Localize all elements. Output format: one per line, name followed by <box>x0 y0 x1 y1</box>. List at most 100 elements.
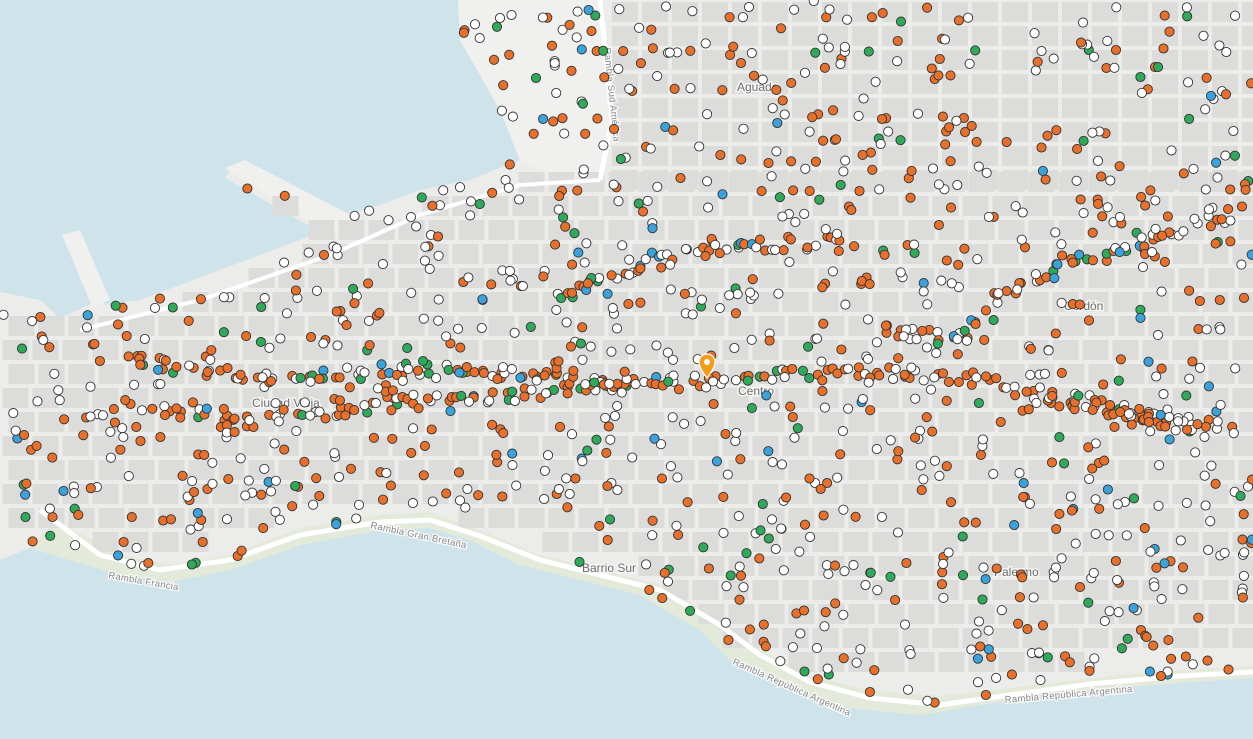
poi-marker[interactable] <box>614 4 625 15</box>
poi-marker[interactable] <box>675 172 686 184</box>
poi-marker[interactable] <box>1104 606 1115 617</box>
poi-marker[interactable] <box>465 196 477 207</box>
poi-marker[interactable] <box>256 301 267 313</box>
poi-marker[interactable] <box>922 299 933 310</box>
poi-marker[interactable] <box>432 231 444 242</box>
poi-marker[interactable] <box>453 467 465 478</box>
poi-marker[interactable] <box>1188 163 1199 174</box>
poi-marker[interactable] <box>803 341 814 352</box>
poi-marker[interactable] <box>1092 155 1104 166</box>
poi-marker[interactable] <box>408 423 419 434</box>
poi-marker[interactable] <box>465 210 476 221</box>
poi-marker[interactable] <box>980 305 992 316</box>
poi-marker[interactable] <box>957 531 968 542</box>
poi-marker[interactable] <box>1181 497 1192 508</box>
poi-marker[interactable] <box>711 456 722 467</box>
poi-marker[interactable] <box>943 376 954 387</box>
poi-marker[interactable] <box>554 421 566 432</box>
poi-marker[interactable] <box>1033 647 1045 658</box>
poi-marker[interactable] <box>941 255 952 266</box>
poi-marker[interactable] <box>811 333 823 344</box>
poi-marker[interactable] <box>1246 474 1253 485</box>
poi-marker[interactable] <box>333 471 345 483</box>
poi-marker[interactable] <box>431 372 442 384</box>
poi-marker[interactable] <box>977 434 988 445</box>
poi-marker[interactable] <box>669 83 680 94</box>
poi-marker[interactable] <box>159 401 170 412</box>
poi-marker[interactable] <box>1070 538 1081 549</box>
poi-marker[interactable] <box>763 157 774 169</box>
poi-marker[interactable] <box>160 355 171 366</box>
poi-marker[interactable] <box>422 393 434 404</box>
poi-marker[interactable] <box>1135 312 1146 323</box>
poi-marker[interactable] <box>1115 354 1126 365</box>
poi-marker[interactable] <box>1228 125 1239 137</box>
poi-marker[interactable] <box>936 579 948 590</box>
poi-marker[interactable] <box>879 249 890 260</box>
poi-marker[interactable] <box>1182 424 1193 435</box>
poi-marker[interactable] <box>952 179 963 191</box>
poi-marker[interactable] <box>82 310 93 321</box>
poi-marker[interactable] <box>787 642 798 653</box>
poi-marker[interactable] <box>799 208 810 219</box>
poi-marker[interactable] <box>921 342 933 353</box>
poi-marker[interactable] <box>1156 594 1167 605</box>
poi-marker[interactable] <box>1220 89 1232 100</box>
poi-marker[interactable] <box>695 416 706 427</box>
poi-marker[interactable] <box>1093 198 1104 209</box>
poi-marker[interactable] <box>514 194 525 205</box>
poi-marker[interactable] <box>265 486 277 497</box>
poi-marker[interactable] <box>724 290 735 301</box>
poi-marker[interactable] <box>874 370 885 381</box>
poi-marker[interactable] <box>403 364 414 375</box>
poi-marker[interactable] <box>1237 592 1248 603</box>
poi-marker[interactable] <box>1183 77 1194 88</box>
poi-marker[interactable] <box>732 289 743 300</box>
poi-marker[interactable] <box>916 485 927 496</box>
poi-marker[interactable] <box>635 263 646 274</box>
poi-marker[interactable] <box>290 285 301 296</box>
poi-marker[interactable] <box>735 57 747 69</box>
poi-marker[interactable] <box>1030 65 1041 76</box>
poi-marker[interactable] <box>1192 419 1203 430</box>
poi-marker[interactable] <box>722 469 733 480</box>
poi-marker[interactable] <box>205 354 216 365</box>
poi-marker[interactable] <box>865 567 876 578</box>
poi-marker[interactable] <box>509 327 520 338</box>
poi-marker[interactable] <box>800 163 811 174</box>
poi-marker[interactable] <box>1214 294 1225 306</box>
poi-marker[interactable] <box>767 103 778 114</box>
poi-marker[interactable] <box>235 369 246 380</box>
poi-marker[interactable] <box>320 413 331 424</box>
poi-marker[interactable] <box>1137 262 1149 273</box>
poi-marker[interactable] <box>0 309 9 320</box>
poi-marker[interactable] <box>370 398 381 409</box>
poi-marker[interactable] <box>1114 247 1125 258</box>
poi-marker[interactable] <box>8 408 19 419</box>
poi-marker[interactable] <box>1099 616 1110 627</box>
poi-marker[interactable] <box>1051 523 1062 535</box>
poi-marker[interactable] <box>577 354 588 365</box>
poi-marker[interactable] <box>201 403 212 414</box>
poi-marker[interactable] <box>1066 505 1078 516</box>
poi-marker[interactable] <box>1205 90 1217 101</box>
poi-marker[interactable] <box>1152 330 1164 341</box>
poi-marker[interactable] <box>642 195 653 206</box>
poi-marker[interactable] <box>898 331 909 342</box>
poi-marker[interactable] <box>1049 273 1060 284</box>
poi-marker[interactable] <box>1077 17 1089 28</box>
poi-marker[interactable] <box>308 499 319 510</box>
poi-marker[interactable] <box>1030 269 1041 280</box>
poi-marker[interactable] <box>538 113 549 125</box>
poi-marker[interactable] <box>905 648 916 660</box>
poi-marker[interactable] <box>1023 404 1034 415</box>
poi-marker[interactable] <box>1151 371 1162 382</box>
poi-marker[interactable] <box>258 523 269 534</box>
poi-marker[interactable] <box>606 346 617 357</box>
poi-marker[interactable] <box>504 159 515 170</box>
poi-marker[interactable] <box>625 344 636 355</box>
poi-marker[interactable] <box>575 338 586 349</box>
poi-marker[interactable] <box>27 536 38 547</box>
poi-marker[interactable] <box>1018 491 1029 502</box>
poi-marker[interactable] <box>348 283 359 294</box>
